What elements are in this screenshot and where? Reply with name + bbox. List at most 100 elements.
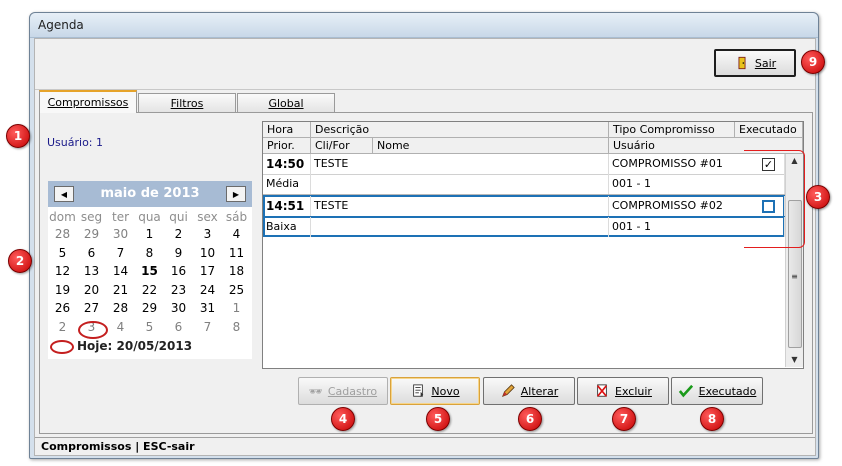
exit-door-icon	[738, 56, 746, 70]
calendar-weekday-label: sáb	[225, 210, 248, 224]
calendar-weekday-label: seg	[80, 210, 103, 224]
calendar-day[interactable]: 23	[164, 283, 193, 297]
calendar-day[interactable]: 2	[48, 320, 77, 334]
pencil-edit-icon	[501, 384, 515, 398]
compromissos-panel: Usuário: 1 ◀ maio de 2013 ▶ dom seg ter qua…	[39, 112, 813, 434]
record-1-cli-for[interactable]	[311, 174, 609, 194]
calendar-day[interactable]: 24	[193, 283, 222, 297]
calendar-weekday-label: sex	[197, 210, 218, 224]
usuario-label: Usuário: 1	[47, 136, 104, 149]
calendar-day[interactable]: 29	[77, 227, 106, 241]
cadastro-label: Cadastro	[327, 384, 378, 398]
tab-filtros[interactable]: Filtros	[138, 93, 236, 112]
cadastro-button[interactable]: 🕶 Cadastro	[298, 377, 388, 405]
calendar-day[interactable]: 19	[48, 283, 77, 297]
calendar-weekday-label: qua	[138, 210, 161, 224]
alterar-label: Alterar	[520, 384, 559, 398]
calendar-day[interactable]: 18	[222, 264, 251, 278]
header-nome[interactable]: Nome	[373, 138, 609, 154]
today-link[interactable]: Hoje: 20/05/2013	[50, 339, 192, 354]
calendar-day[interactable]: 22	[135, 283, 164, 297]
calendar-day[interactable]: 27	[77, 301, 106, 315]
annotation-badge-1: 1	[6, 124, 30, 148]
calendar-day[interactable]: 1	[135, 227, 164, 241]
glasses-icon: 🕶	[308, 384, 323, 398]
calendar-day[interactable]: 8	[135, 246, 164, 260]
calendar-day[interactable]: 10	[193, 246, 222, 260]
record-2-prioridade[interactable]: Baixa	[263, 217, 311, 237]
calendar-day[interactable]: 17	[193, 264, 222, 278]
record-1-prioridade[interactable]: Média	[263, 174, 311, 194]
status-bar: Compromissos | ESC-sair	[35, 437, 815, 455]
calendar-day[interactable]: 8	[222, 320, 251, 334]
window-client-area: Sair Compromissos Filtros Global Usuário…	[34, 38, 816, 456]
calendar-day[interactable]: 4	[106, 320, 135, 334]
novo-button[interactable]: Novo	[390, 377, 480, 405]
record-2-descricao[interactable]: TESTE	[311, 196, 609, 216]
calendar-day[interactable]: 4	[222, 227, 251, 241]
scroll-down-icon[interactable]: ▼	[786, 353, 803, 367]
calendar-prev-month-button[interactable]: ◀	[54, 186, 74, 202]
sair-button[interactable]: Sair	[714, 49, 796, 77]
record-2-cli-for[interactable]	[311, 217, 609, 237]
calendar-day[interactable]: 26	[48, 301, 77, 315]
calendar-day[interactable]: 28	[106, 301, 135, 315]
annotation-badge-9: 9	[801, 50, 825, 74]
calendar-day[interactable]: 14	[106, 264, 135, 278]
tab-global[interactable]: Global	[237, 93, 335, 112]
calendar-day[interactable]: 28	[48, 227, 77, 241]
triangle-left-icon: ◀	[60, 189, 68, 199]
calendar-day[interactable]: 11	[222, 246, 251, 260]
alterar-button[interactable]: Alterar	[483, 377, 575, 405]
calendar-day[interactable]: 7	[106, 246, 135, 260]
calendar-day[interactable]: 3	[193, 227, 222, 241]
calendar-day[interactable]: 7	[193, 320, 222, 334]
annotation-badge-3: 3	[806, 185, 830, 209]
record-1-descricao[interactable]: TESTE	[311, 154, 609, 174]
calendar-day[interactable]: 16	[164, 264, 193, 278]
calendar-month-title: maio de 2013	[100, 186, 200, 201]
calendar-day[interactable]: 30	[164, 301, 193, 315]
calendar-day[interactable]: 29	[135, 301, 164, 315]
excluir-button[interactable]: Excluir	[577, 377, 669, 405]
calendar-day[interactable]: 5	[135, 320, 164, 334]
tab-compromissos[interactable]: Compromissos	[39, 90, 137, 113]
tab-global-label: Global	[268, 96, 304, 110]
calendar-day[interactable]: 20	[77, 283, 106, 297]
annotation-badge-2: 2	[8, 249, 32, 273]
calendar-day[interactable]: 31	[193, 301, 222, 315]
calendar-day[interactable]: 6	[164, 320, 193, 334]
tab-compromissos-label: Compromissos	[47, 96, 129, 109]
tab-filtros-label: Filtros	[170, 96, 204, 110]
header-cli-for[interactable]: Cli/For	[311, 138, 373, 154]
executado-button[interactable]: Executado	[671, 377, 763, 405]
calendar-next-month-button[interactable]: ▶	[226, 186, 246, 202]
calendar-day[interactable]: 1	[222, 301, 251, 315]
header-tipo-compromisso[interactable]: Tipo Compromisso	[609, 122, 735, 138]
top-toolbar: Sair	[35, 39, 815, 90]
calendar-day[interactable]: 25	[222, 283, 251, 297]
window-title: Agenda	[38, 18, 84, 32]
calendar-weekday-label: qui	[169, 210, 188, 224]
annotation-callout-bracket	[744, 150, 805, 248]
calendar-day[interactable]: 30	[106, 227, 135, 241]
calendar-day[interactable]: 15	[135, 264, 164, 278]
header-descricao[interactable]: Descrição	[311, 122, 609, 138]
record-1-hora[interactable]: 14:50	[263, 154, 311, 174]
calendar-day[interactable]: 5	[48, 246, 77, 260]
calendar-day[interactable]: 2	[164, 227, 193, 241]
annotation-badge-4: 4	[331, 407, 355, 431]
calendar-day[interactable]: 12	[48, 264, 77, 278]
header-executado[interactable]: Executado	[735, 122, 803, 138]
today-ring-icon	[50, 339, 74, 354]
header-hora[interactable]: Hora	[263, 122, 311, 138]
record-2-hora[interactable]: 14:51	[263, 196, 311, 216]
green-checkmark-icon	[678, 384, 693, 398]
calendar-day[interactable]: 6	[77, 246, 106, 260]
header-prioridade[interactable]: Prior.	[263, 138, 311, 154]
calendar-day[interactable]: 21	[106, 283, 135, 297]
calendar-day[interactable]: 13	[77, 264, 106, 278]
title-bar: Agenda	[30, 13, 818, 38]
calendar-day[interactable]: 9	[164, 246, 193, 260]
scroll-grip-icon: ≡	[791, 272, 798, 281]
